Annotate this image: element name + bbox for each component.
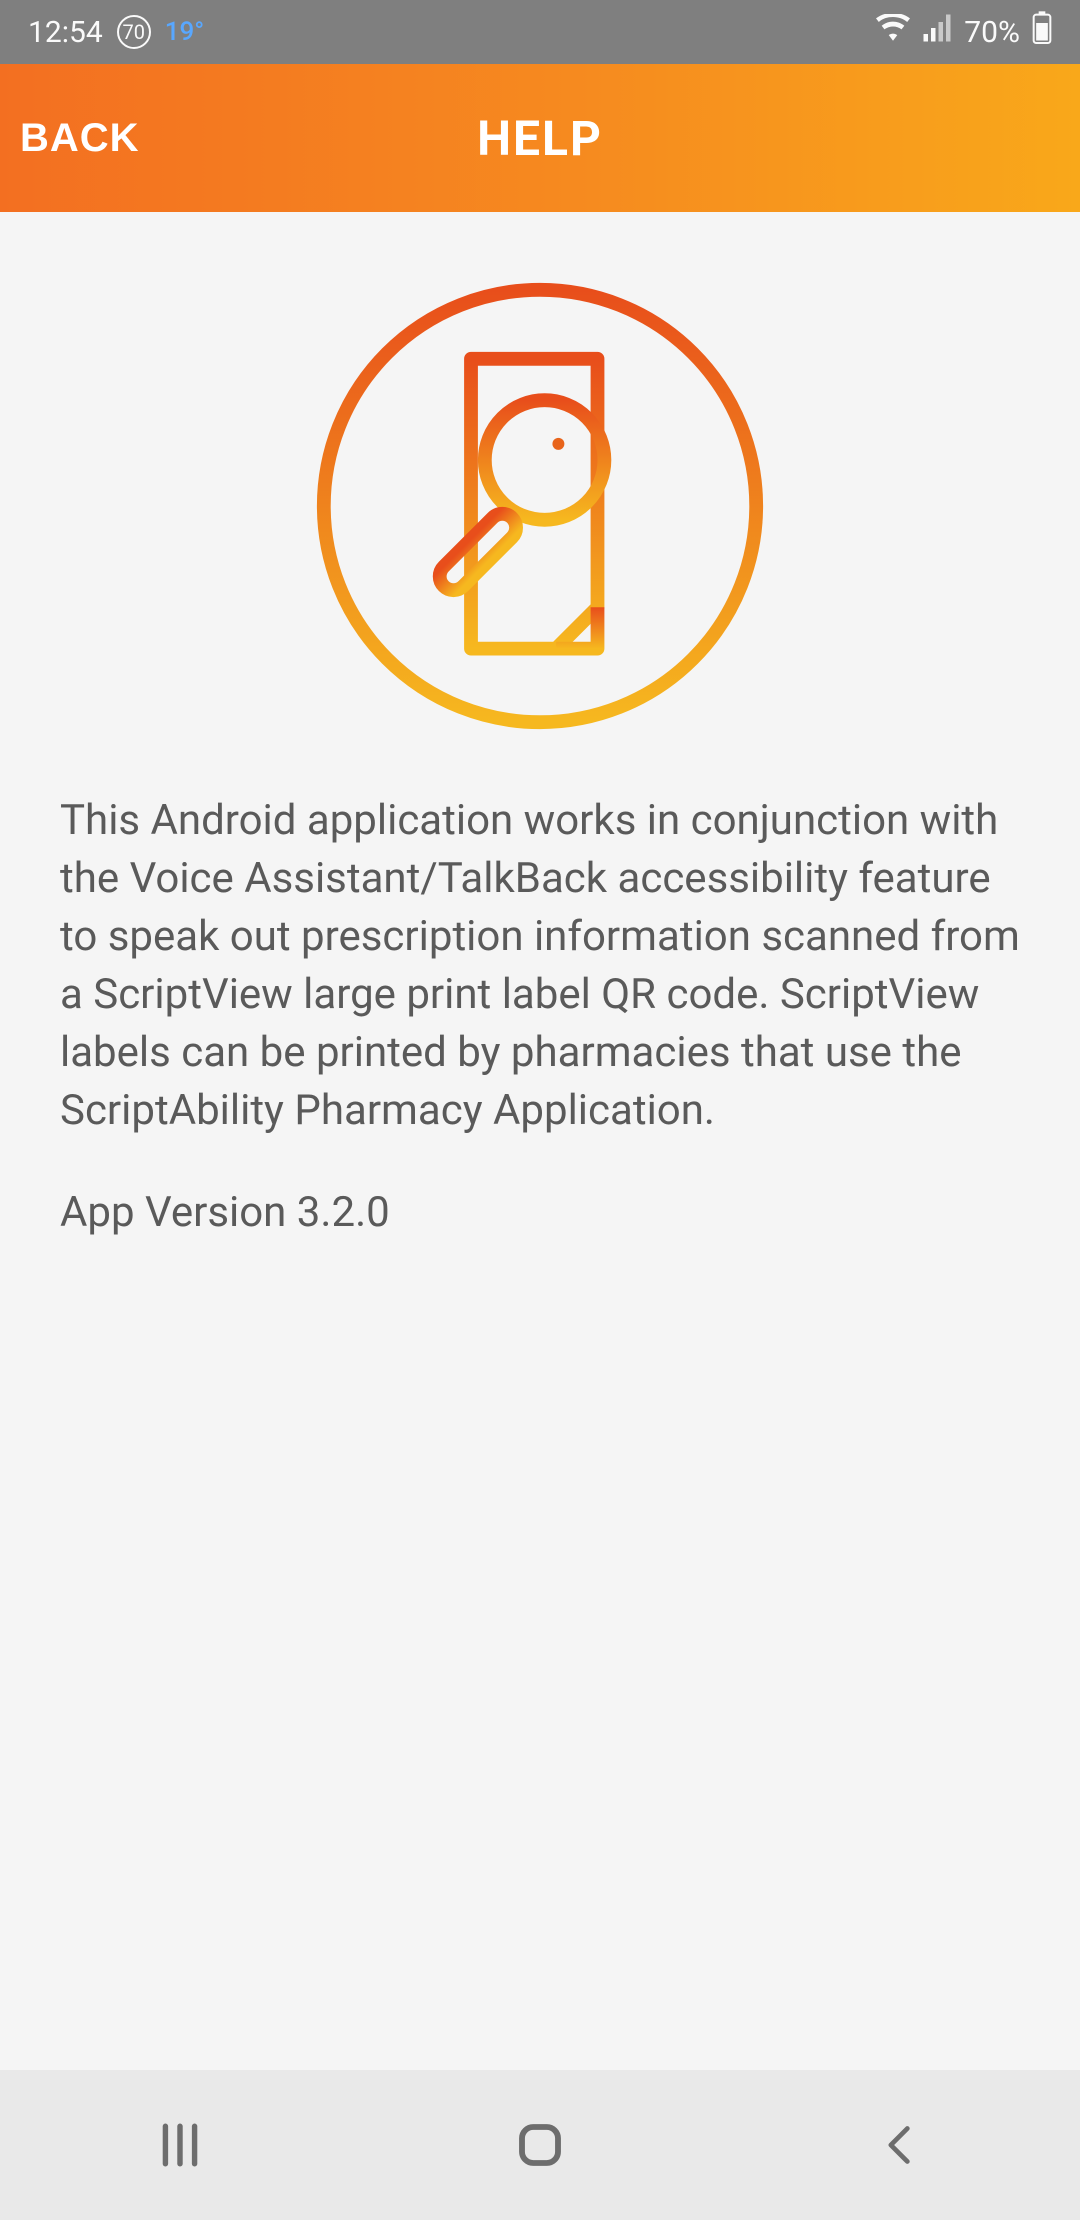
status-left: 12:54 70 19° [28, 15, 204, 50]
battery-icon [1032, 11, 1052, 53]
back-button[interactable]: BACK [20, 116, 140, 161]
document-magnify-icon [310, 276, 770, 736]
chevron-left-icon [878, 2118, 922, 2172]
home-icon [513, 2118, 567, 2172]
content-area: This Android application works in conjun… [0, 212, 1080, 1242]
status-right: 70% [876, 11, 1052, 53]
battery-percent: 70% [964, 15, 1020, 50]
recents-button[interactable] [80, 2085, 280, 2205]
status-badge-icon: 70 [117, 15, 151, 49]
hero-icon-container [60, 276, 1020, 736]
signal-icon [922, 14, 952, 50]
status-bar: 12:54 70 19° 70% [0, 0, 1080, 64]
system-nav-bar [0, 2070, 1080, 2220]
help-description: This Android application works in conjun… [60, 792, 1020, 1140]
nav-back-button[interactable] [800, 2085, 1000, 2205]
home-button[interactable] [440, 2085, 640, 2205]
wifi-icon [876, 14, 910, 50]
status-time: 12:54 [28, 15, 103, 50]
recents-icon [155, 2120, 205, 2170]
page-title: HELP [0, 110, 1080, 167]
status-temperature: 19° [165, 17, 205, 47]
app-version: App Version 3.2.0 [60, 1184, 1020, 1242]
app-bar: BACK HELP [0, 64, 1080, 212]
